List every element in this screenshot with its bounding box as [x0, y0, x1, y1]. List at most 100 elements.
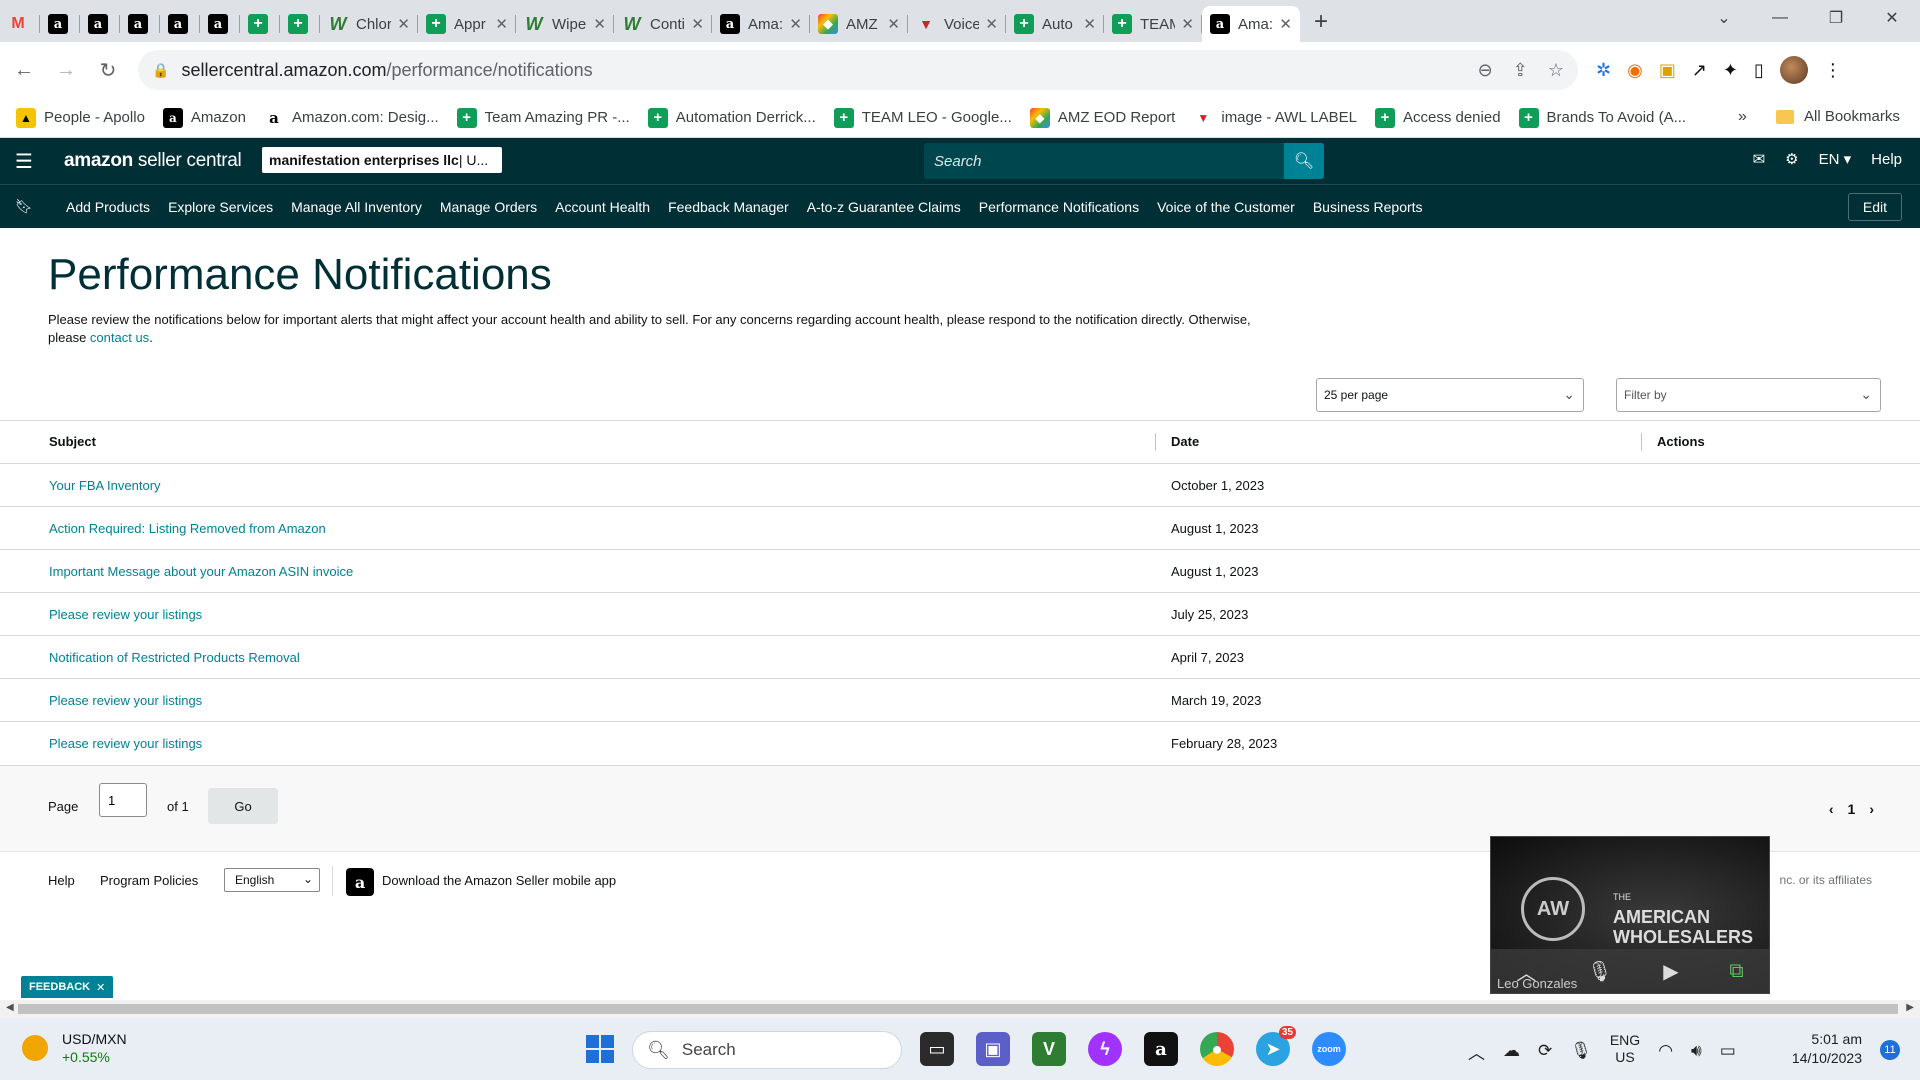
bookmark-item[interactable]: ◆ AMZ EOD Report: [1029, 107, 1175, 128]
current-page[interactable]: 1: [1848, 801, 1856, 817]
close-tab-icon[interactable]: ✕: [593, 15, 606, 33]
chevron-right-icon[interactable]: ›: [1869, 801, 1874, 817]
language-selector[interactable]: EN ▾: [1819, 150, 1852, 168]
star-icon[interactable]: ☆: [1548, 60, 1564, 81]
browser-tab[interactable]: ◆ AMZ ✕: [810, 6, 908, 42]
browser-tab[interactable]: W Chlor ✕: [320, 6, 418, 42]
nav-link[interactable]: Feedback Manager: [668, 199, 789, 215]
program-policies-link[interactable]: Program Policies: [100, 873, 198, 888]
notification-subject-link[interactable]: Please review your listings: [49, 736, 202, 751]
bookmark-item[interactable]: + TEAM LEO - Google...: [833, 107, 1012, 128]
chrome-icon[interactable]: ●: [1200, 1032, 1234, 1066]
bookmark-item[interactable]: a Amazon.com: Desig...: [264, 108, 439, 128]
kebab-menu-icon[interactable]: ⋮: [1824, 60, 1842, 81]
volume-icon[interactable]: 🔊︎: [1691, 1041, 1702, 1061]
forward-button[interactable]: →: [48, 59, 84, 82]
nav-link[interactable]: Manage All Inventory: [291, 199, 422, 215]
bookmark-item[interactable]: + Access denied: [1374, 107, 1501, 128]
notification-subject-link[interactable]: Your FBA Inventory: [49, 478, 161, 493]
video-call-overlay[interactable]: AW THE AMERICAN WHOLESALERS ︿ 🎙︎ ▶ ⧉ Leo …: [1490, 836, 1770, 994]
tab-active[interactable]: a Ama: ✕: [1202, 6, 1300, 42]
clock[interactable]: 5:01 am 14/10/2023: [1792, 1030, 1862, 1068]
reload-button[interactable]: ↻: [90, 58, 126, 83]
bookmark-item[interactable]: + Automation Derrick...: [647, 107, 816, 128]
language-select[interactable]: English ⌄: [224, 868, 320, 892]
browser-tab[interactable]: a: [200, 6, 240, 42]
bookmarks-overflow-icon[interactable]: »: [1738, 108, 1747, 126]
browser-tab[interactable]: +: [280, 6, 320, 42]
amazon-icon[interactable]: a: [1144, 1032, 1178, 1066]
task-view-icon[interactable]: ▭: [920, 1032, 954, 1066]
teams-icon[interactable]: ▣: [976, 1032, 1010, 1066]
zoom-icon[interactable]: zoom: [1312, 1032, 1346, 1066]
browser-tab[interactable]: + Auto ✕: [1006, 6, 1104, 42]
extension-icon[interactable]: ↗: [1692, 60, 1707, 81]
nav-link[interactable]: A-to-z Guarantee Claims: [807, 199, 961, 215]
browser-tab[interactable]: + TEAM ✕: [1104, 6, 1202, 42]
messenger-icon[interactable]: ϟ: [1088, 1032, 1122, 1066]
notification-badge[interactable]: 11: [1880, 1040, 1900, 1060]
extension-icon[interactable]: ▣: [1659, 60, 1676, 81]
nav-link[interactable]: Business Reports: [1313, 199, 1423, 215]
nav-link[interactable]: Manage Orders: [440, 199, 537, 215]
column-subject[interactable]: Subject: [49, 434, 96, 449]
feedback-tab[interactable]: FEEDBACK ✕: [21, 976, 114, 998]
microphone-icon[interactable]: 🎙︎: [1570, 1041, 1592, 1061]
bookmark-item[interactable]: + Brands To Avoid (A...: [1518, 107, 1686, 128]
browser-tab[interactable]: + Appr ✕: [418, 6, 516, 42]
bookmark-item[interactable]: ▲ People - Apollo: [16, 107, 145, 128]
gear-icon[interactable]: ⚙: [1785, 150, 1798, 168]
browser-tab[interactable]: M: [0, 6, 40, 42]
back-button[interactable]: ←: [6, 59, 42, 82]
taskbar-search[interactable]: 🔍︎ Search: [632, 1031, 902, 1069]
chevron-up-icon[interactable]: ︿: [1468, 1039, 1485, 1064]
cloud-off-icon[interactable]: ☁: [1503, 1041, 1520, 1061]
zoom-icon[interactable]: ⊖: [1478, 60, 1493, 81]
per-page-select[interactable]: 25 per page ⌄: [1316, 378, 1584, 412]
close-tab-icon[interactable]: ✕: [691, 15, 704, 33]
sync-icon[interactable]: ⟳: [1538, 1041, 1552, 1061]
wifi-icon[interactable]: ◠: [1658, 1041, 1673, 1061]
scrollbar-thumb[interactable]: [18, 1004, 1898, 1014]
column-date[interactable]: Date: [1171, 434, 1199, 449]
browser-tab[interactable]: +: [240, 6, 280, 42]
camera-icon[interactable]: ▶: [1663, 959, 1678, 984]
merchant-switcher[interactable]: manifestation enterprises llc | U...: [262, 147, 502, 173]
bookmark-item[interactable]: + Team Amazing PR -...: [456, 107, 630, 128]
page-number-input[interactable]: [99, 783, 147, 817]
close-tab-icon[interactable]: ✕: [495, 15, 508, 33]
scroll-left-icon[interactable]: ◀: [6, 1002, 14, 1013]
close-window-button[interactable]: ✕: [1864, 8, 1920, 28]
new-tab-button[interactable]: +: [1314, 8, 1328, 36]
weather-widget[interactable]: USD/MXN +0.55%: [22, 1030, 127, 1066]
close-icon[interactable]: ✕: [96, 981, 105, 994]
close-tab-icon[interactable]: ✕: [985, 15, 998, 33]
vectorworks-icon[interactable]: V: [1032, 1032, 1066, 1066]
bookmark-item[interactable]: a Amazon: [162, 107, 246, 128]
hamburger-menu-icon[interactable]: ☰: [0, 149, 48, 174]
extension-icon[interactable]: ◉: [1627, 60, 1643, 81]
browser-tab[interactable]: a: [160, 6, 200, 42]
notification-subject-link[interactable]: Action Required: Listing Removed from Am…: [49, 521, 326, 536]
go-button[interactable]: Go: [208, 788, 278, 824]
minimize-button[interactable]: —: [1752, 9, 1808, 27]
browser-tab[interactable]: W Conti ✕: [614, 6, 712, 42]
nav-link[interactable]: Account Health: [555, 199, 650, 215]
download-app-link[interactable]: Download the Amazon Seller mobile app: [382, 873, 616, 888]
amazon-app-icon[interactable]: a: [346, 868, 374, 896]
nav-link[interactable]: Add Products: [66, 199, 150, 215]
share-icon[interactable]: ⇪: [1513, 60, 1528, 81]
mic-off-icon[interactable]: 🎙︎: [1587, 959, 1612, 984]
close-tab-icon[interactable]: ✕: [1279, 15, 1292, 33]
search-button[interactable]: 🔍︎: [1284, 143, 1324, 179]
restore-button[interactable]: ❐: [1808, 8, 1864, 28]
browser-tab[interactable]: a: [40, 6, 80, 42]
horizontal-scrollbar[interactable]: ◀ ▶: [0, 1000, 1920, 1018]
tab-search-icon[interactable]: ⌄: [1696, 8, 1752, 28]
address-bar[interactable]: 🔒 sellercentral.amazon.com/performance/n…: [138, 50, 1578, 90]
footer-help-link[interactable]: Help: [48, 873, 75, 888]
input-language[interactable]: ENG US: [1610, 1032, 1640, 1066]
seller-central-logo[interactable]: amazon seller central: [64, 150, 242, 172]
chevron-left-icon[interactable]: ‹: [1829, 801, 1834, 817]
browser-tab[interactable]: W Wipe ✕: [516, 6, 614, 42]
